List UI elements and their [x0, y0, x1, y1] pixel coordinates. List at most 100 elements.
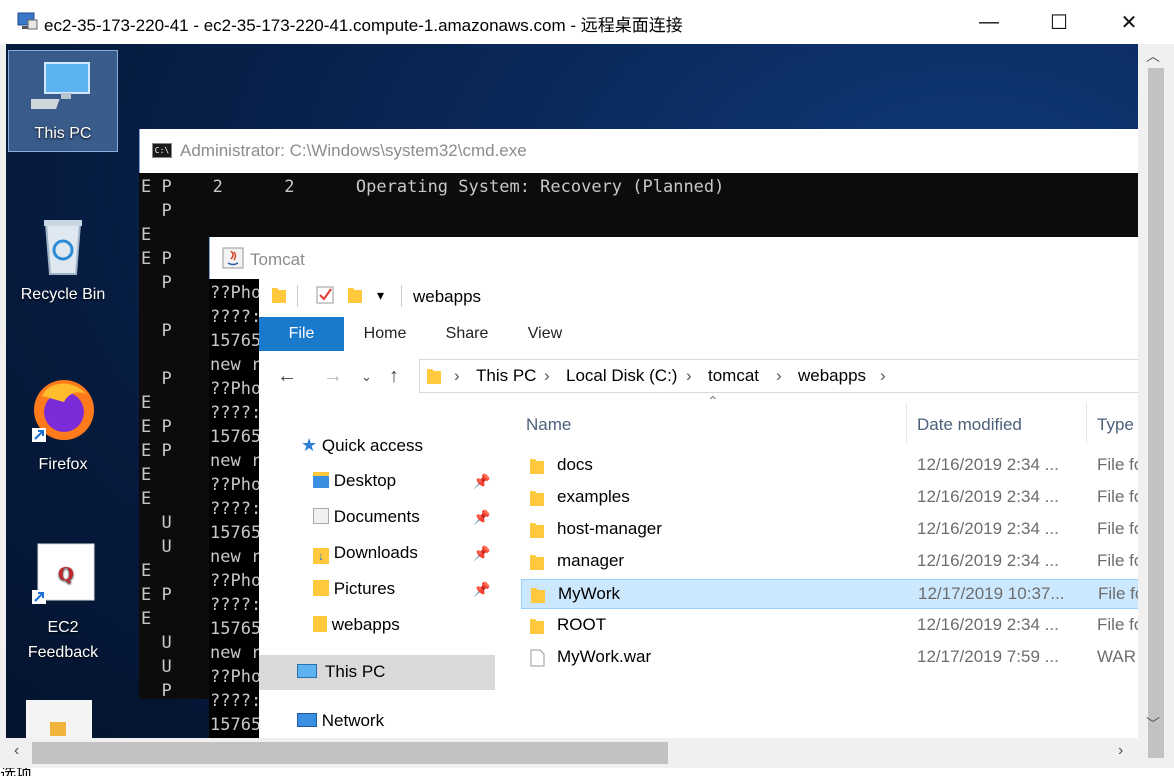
file-name: manager — [557, 551, 625, 570]
tomcat-output-line: ??Pho — [210, 283, 262, 303]
breadcrumb-local-disk[interactable]: Local Disk (C:) — [566, 366, 677, 386]
nav-item-desktop[interactable]: Desktop — [313, 471, 396, 491]
breadcrumb-this-pc[interactable]: This PC — [476, 366, 536, 386]
column-divider[interactable] — [1086, 403, 1087, 443]
cmd-output-line: E — [141, 609, 152, 629]
file-row[interactable]: docs 12/16/2019 2:34 ... File fo — [521, 451, 1139, 481]
horizontal-scrollbar[interactable]: ‹ › — [6, 738, 1138, 768]
cmd-output-line: P — [141, 201, 172, 221]
file-type: File fo — [1097, 455, 1139, 474]
file-row[interactable]: examples 12/16/2019 2:34 ... File fo — [521, 483, 1139, 513]
column-header-name[interactable]: Name — [526, 415, 571, 435]
vertical-scroll-thumb[interactable] — [1148, 68, 1164, 758]
file-row[interactable]: ROOT 12/16/2019 2:34 ... File fo — [521, 611, 1139, 641]
nav-this-pc[interactable]: This PC — [259, 655, 495, 690]
folder-icon — [530, 523, 544, 538]
rdp-title-bar: ec2-35-173-220-41 - ec2-35-173-220-41.co… — [0, 0, 1174, 44]
tomcat-output-line: ????: — [210, 595, 262, 615]
pictures-icon — [313, 580, 329, 596]
address-bar[interactable]: › This PC › Local Disk (C:) › tomcat › w… — [419, 359, 1139, 393]
tab-file[interactable]: File — [259, 317, 344, 351]
column-header-type[interactable]: Type — [1097, 415, 1134, 435]
column-divider[interactable] — [906, 403, 907, 443]
nav-item-documents[interactable]: Documents — [313, 507, 420, 527]
minimize-button[interactable]: — — [954, 0, 1024, 44]
tomcat-output-line: ??Pho — [210, 667, 262, 687]
new-folder-icon[interactable] — [347, 285, 363, 305]
nav-quick-access[interactable]: ★ Quick access — [301, 435, 423, 456]
file-row[interactable]: MyWork.war 12/17/2019 7:59 ... WAR — [521, 643, 1139, 673]
chevron-down-icon[interactable]: ▾ — [377, 287, 384, 304]
rdp-window-title: ec2-35-173-220-41 - ec2-35-173-220-41.co… — [44, 16, 683, 35]
recent-locations-chevron-icon[interactable]: ⌄ — [361, 369, 372, 385]
horizontal-scroll-thumb[interactable] — [32, 742, 668, 764]
file-name: MyWork — [558, 584, 621, 603]
scroll-left-icon[interactable]: ‹ — [14, 742, 19, 760]
cmd-output-line: E P 2 2 Operating System: Recovery (Plan… — [141, 177, 725, 197]
tomcat-output-line: 15765 — [210, 619, 262, 639]
cmd-output-line: P — [141, 273, 172, 293]
scroll-right-icon[interactable]: › — [1118, 742, 1123, 760]
tab-home[interactable]: Home — [355, 317, 415, 351]
breadcrumb-separator-icon[interactable]: › — [544, 366, 550, 386]
file-row[interactable]: MyWork 12/17/2019 10:37... File fo — [521, 579, 1139, 609]
tomcat-title-bar[interactable]: Tomcat — [209, 237, 1139, 279]
pin-icon[interactable]: 📌 — [473, 473, 490, 490]
desktop-icon-recycle-bin[interactable]: Recycle Bin — [8, 214, 118, 314]
file-type: File fo — [1097, 615, 1139, 634]
cmd-output-line: E — [141, 465, 152, 485]
desktop-folder-icon — [313, 472, 329, 488]
column-header-date[interactable]: Date modified — [917, 415, 1022, 435]
cmd-output-line: P — [141, 681, 172, 701]
scroll-down-icon[interactable]: ﹀ — [1146, 714, 1160, 734]
folder-icon — [530, 555, 544, 570]
maximize-button[interactable]: ☐ — [1024, 0, 1094, 44]
back-arrow-icon[interactable]: ← — [277, 365, 297, 388]
ribbon-tabs: File Home Share View — [259, 317, 1139, 351]
tomcat-output-line: ????: — [210, 691, 262, 711]
firefox-icon — [32, 380, 94, 442]
breadcrumb-separator-icon[interactable]: › — [880, 366, 886, 386]
local-window-strip: 选项 — [0, 768, 1174, 776]
remote-desktop-icon — [17, 12, 38, 30]
pin-icon[interactable]: 📌 — [473, 509, 490, 526]
cmd-title-bar[interactable]: C:\ Administrator: C:\Windows\system32\c… — [139, 129, 1139, 173]
breadcrumb-webapps[interactable]: webapps — [798, 366, 866, 386]
file-row[interactable]: manager 12/16/2019 2:34 ... File fo — [521, 547, 1139, 577]
cmd-output-line: E — [141, 561, 152, 581]
tab-share[interactable]: Share — [437, 317, 497, 351]
navigation-pane: ★ Quick access Desktop 📌 Documents 📌 ↓ D… — [259, 399, 495, 740]
up-arrow-icon[interactable]: ↑ — [389, 365, 399, 388]
tomcat-output-line: 15765 — [210, 715, 262, 735]
file-icon — [530, 649, 545, 667]
breadcrumb-tomcat[interactable]: tomcat — [708, 366, 759, 386]
nav-item-pictures[interactable]: Pictures — [313, 579, 395, 599]
vertical-scrollbar[interactable]: ︿ ﹀ — [1138, 44, 1174, 758]
computer-icon — [18, 62, 90, 109]
close-button[interactable]: ✕ — [1094, 0, 1164, 44]
pin-icon[interactable]: 📌 — [473, 545, 490, 562]
desktop-icon-this-pc[interactable]: This PC — [8, 50, 118, 152]
nav-network[interactable]: Network — [297, 711, 384, 731]
desktop-icon-partial[interactable] — [26, 700, 92, 738]
breadcrumb-separator-icon[interactable]: › — [686, 366, 692, 386]
desktop-icon-firefox[interactable]: Firefox — [8, 376, 118, 476]
cmd-output-line: E P — [141, 441, 172, 461]
scroll-up-icon[interactable]: ︿ — [1146, 46, 1160, 66]
file-explorer-window[interactable]: ▾ webapps File Home Share View ← → ⌄ ↑ ›… — [259, 279, 1139, 740]
pin-icon[interactable]: 📌 — [473, 581, 490, 598]
package-icon — [50, 722, 66, 736]
nav-label: Quick access — [321, 436, 423, 455]
nav-item-downloads[interactable]: ↓ Downloads — [313, 543, 418, 564]
toolbar-divider — [297, 285, 298, 307]
tomcat-output-line: new r — [210, 547, 262, 567]
nav-item-webapps[interactable]: webapps — [313, 615, 400, 635]
desktop-icon-ec2-feedback[interactable]: Q EC2 Feedback — [8, 538, 118, 668]
computer-icon — [297, 664, 317, 678]
properties-icon[interactable] — [315, 285, 335, 305]
window-title-path: webapps — [413, 287, 482, 306]
tab-view[interactable]: View — [515, 317, 575, 351]
forward-arrow-icon[interactable]: → — [323, 365, 343, 388]
breadcrumb-separator-icon[interactable]: › — [776, 366, 782, 386]
file-row[interactable]: host-manager 12/16/2019 2:34 ... File fo — [521, 515, 1139, 545]
